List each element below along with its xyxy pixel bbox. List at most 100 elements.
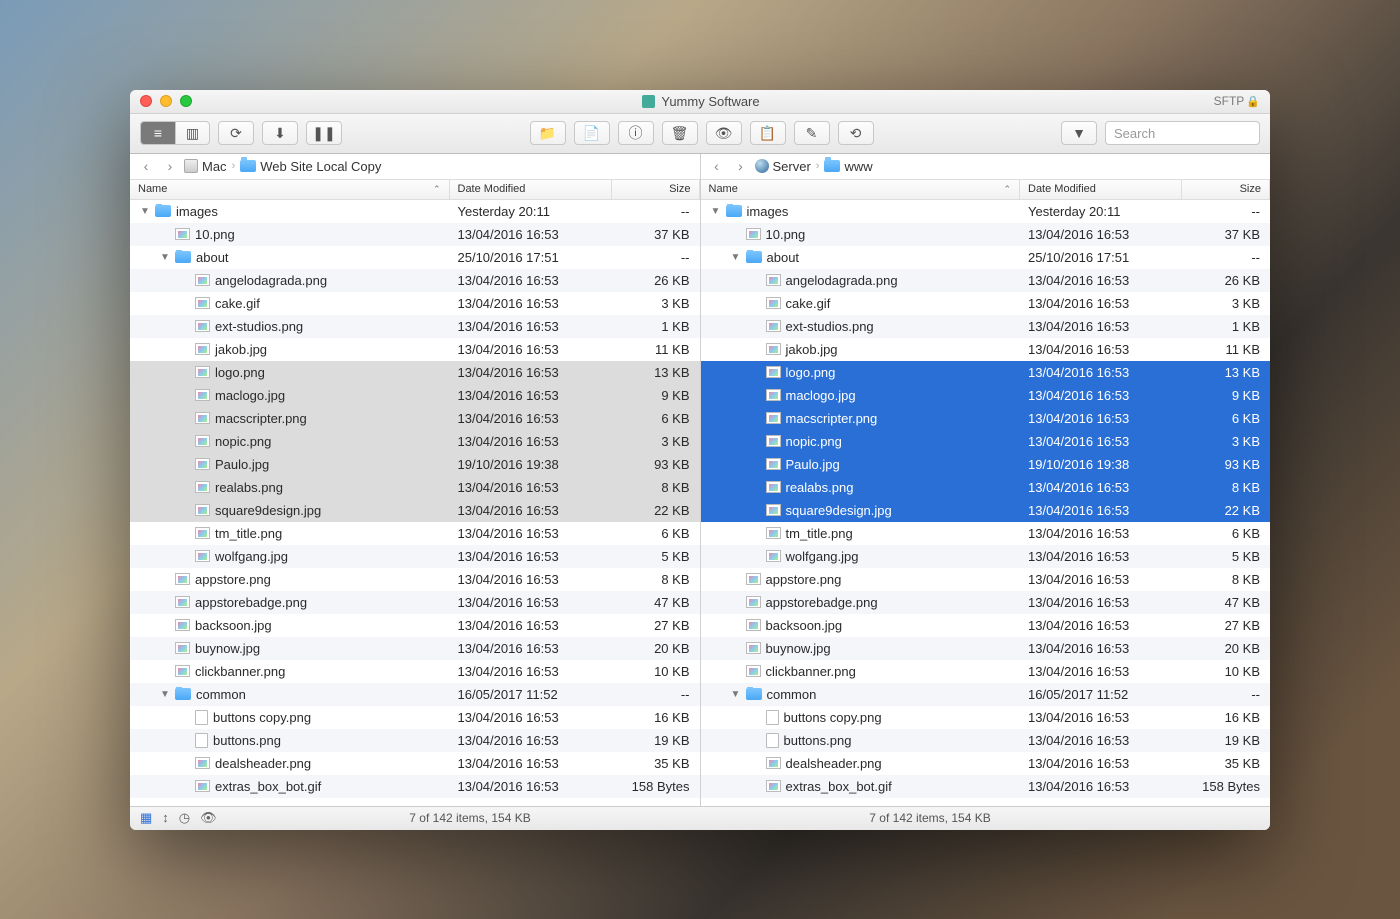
file-row[interactable]: tm_title.png13/04/2016 16:536 KB: [701, 522, 1271, 545]
file-row[interactable]: appstore.png13/04/2016 16:538 KB: [130, 568, 700, 591]
file-row[interactable]: appstorebadge.png13/04/2016 16:5347 KB: [130, 591, 700, 614]
pause-button[interactable]: ❚❚: [306, 121, 342, 145]
disclosure-triangle-icon[interactable]: ▼: [731, 689, 741, 700]
disclosure-triangle-icon[interactable]: ▼: [160, 252, 170, 263]
file-date: 13/04/2016 16:53: [1020, 227, 1182, 242]
right-file-list[interactable]: ▼imagesYesterday 20:11--10.png13/04/2016…: [701, 200, 1271, 806]
refresh-button[interactable]: ⟳: [218, 121, 254, 145]
file-row[interactable]: ext-studios.png13/04/2016 16:531 KB: [701, 315, 1271, 338]
edit-button[interactable]: ✎: [794, 121, 830, 145]
file-row[interactable]: jakob.jpg13/04/2016 16:5311 KB: [130, 338, 700, 361]
disclosure-triangle-icon[interactable]: ▼: [160, 689, 170, 700]
disclosure-triangle-icon[interactable]: ▼: [140, 206, 150, 217]
file-row[interactable]: square9design.jpg13/04/2016 16:5322 KB: [701, 499, 1271, 522]
file-row[interactable]: cake.gif13/04/2016 16:533 KB: [130, 292, 700, 315]
file-row[interactable]: cake.gif13/04/2016 16:533 KB: [701, 292, 1271, 315]
path-folder[interactable]: www: [824, 159, 872, 174]
column-size[interactable]: Size: [1182, 180, 1270, 199]
copy-button[interactable]: 📋: [750, 121, 786, 145]
column-date[interactable]: Date Modified: [450, 180, 612, 199]
file-row[interactable]: Paulo.jpg19/10/2016 19:3893 KB: [701, 453, 1271, 476]
column-name[interactable]: Name⌃: [130, 180, 450, 199]
image-icon: [195, 274, 210, 286]
file-row[interactable]: logo.png13/04/2016 16:5313 KB: [130, 361, 700, 384]
download-button[interactable]: ⬇: [262, 121, 298, 145]
file-row[interactable]: buttons copy.png13/04/2016 16:5316 KB: [130, 706, 700, 729]
file-row[interactable]: logo.png13/04/2016 16:5313 KB: [701, 361, 1271, 384]
view-list-icon[interactable]: ≡: [141, 122, 175, 144]
file-row[interactable]: backsoon.jpg13/04/2016 16:5327 KB: [701, 614, 1271, 637]
file-row[interactable]: buttons.png13/04/2016 16:5319 KB: [130, 729, 700, 752]
file-row[interactable]: realabs.png13/04/2016 16:538 KB: [130, 476, 700, 499]
filter-button[interactable]: ▼: [1061, 121, 1097, 145]
file-row[interactable]: ▼common16/05/2017 11:52--: [701, 683, 1271, 706]
sidebar-toggle-icon[interactable]: ▦: [140, 810, 152, 826]
file-row[interactable]: Paulo.jpg19/10/2016 19:3893 KB: [130, 453, 700, 476]
image-icon: [766, 481, 781, 493]
file-size: 8 KB: [612, 572, 700, 587]
delete-button[interactable]: 🗑: [662, 121, 698, 145]
history-icon[interactable]: ◷: [179, 810, 190, 826]
path-root[interactable]: Mac: [184, 159, 227, 174]
preview-icon[interactable]: 👁: [200, 810, 217, 826]
view-mode-segmented[interactable]: ≡ ▥: [140, 121, 210, 145]
file-row[interactable]: ▼about25/10/2016 17:51--: [130, 246, 700, 269]
file-row[interactable]: realabs.png13/04/2016 16:538 KB: [701, 476, 1271, 499]
column-size[interactable]: Size: [612, 180, 700, 199]
file-row[interactable]: clickbanner.png13/04/2016 16:5310 KB: [130, 660, 700, 683]
file-row[interactable]: buttons.png13/04/2016 16:5319 KB: [701, 729, 1271, 752]
file-row[interactable]: appstore.png13/04/2016 16:538 KB: [701, 568, 1271, 591]
quicklook-button[interactable]: 👁: [706, 121, 742, 145]
file-row[interactable]: angelodagrada.png13/04/2016 16:5326 KB: [701, 269, 1271, 292]
file-row[interactable]: macscripter.png13/04/2016 16:536 KB: [701, 407, 1271, 430]
file-row[interactable]: 10.png13/04/2016 16:5337 KB: [701, 223, 1271, 246]
sync-button[interactable]: ⟲: [838, 121, 874, 145]
new-folder-button[interactable]: 📁: [530, 121, 566, 145]
search-input[interactable]: Search: [1105, 121, 1260, 145]
file-row[interactable]: 10.png13/04/2016 16:5337 KB: [130, 223, 700, 246]
file-row[interactable]: jakob.jpg13/04/2016 16:5311 KB: [701, 338, 1271, 361]
column-name[interactable]: Name⌃: [701, 180, 1021, 199]
new-file-button[interactable]: 📄: [574, 121, 610, 145]
file-row[interactable]: buynow.jpg13/04/2016 16:5320 KB: [130, 637, 700, 660]
file-row[interactable]: ▼about25/10/2016 17:51--: [701, 246, 1271, 269]
file-row[interactable]: appstorebadge.png13/04/2016 16:5347 KB: [701, 591, 1271, 614]
info-button[interactable]: ⓘ: [618, 121, 654, 145]
view-columns-icon[interactable]: ▥: [175, 122, 209, 144]
file-row[interactable]: ▼imagesYesterday 20:11--: [130, 200, 700, 223]
file-row[interactable]: square9design.jpg13/04/2016 16:5322 KB: [130, 499, 700, 522]
forward-button[interactable]: ›: [160, 158, 180, 174]
path-folder[interactable]: Web Site Local Copy: [240, 159, 381, 174]
back-button[interactable]: ‹: [136, 158, 156, 174]
forward-button[interactable]: ›: [731, 158, 751, 174]
file-row[interactable]: dealsheader.png13/04/2016 16:5335 KB: [701, 752, 1271, 775]
file-row[interactable]: extras_box_bot.gif13/04/2016 16:53158 By…: [130, 775, 700, 798]
file-row[interactable]: buttons copy.png13/04/2016 16:5316 KB: [701, 706, 1271, 729]
file-row[interactable]: dealsheader.png13/04/2016 16:5335 KB: [130, 752, 700, 775]
file-row[interactable]: maclogo.jpg13/04/2016 16:539 KB: [701, 384, 1271, 407]
file-row[interactable]: nopic.png13/04/2016 16:533 KB: [701, 430, 1271, 453]
file-row[interactable]: maclogo.jpg13/04/2016 16:539 KB: [130, 384, 700, 407]
file-row[interactable]: ext-studios.png13/04/2016 16:531 KB: [130, 315, 700, 338]
back-button[interactable]: ‹: [707, 158, 727, 174]
transfer-icon[interactable]: ↕: [162, 810, 169, 826]
folder-icon: [824, 160, 840, 172]
file-row[interactable]: nopic.png13/04/2016 16:533 KB: [130, 430, 700, 453]
disclosure-triangle-icon[interactable]: ▼: [731, 252, 741, 263]
disclosure-triangle-icon[interactable]: ▼: [711, 206, 721, 217]
file-row[interactable]: extras_box_bot.gif13/04/2016 16:53158 By…: [701, 775, 1271, 798]
file-row[interactable]: wolfgang.jpg13/04/2016 16:535 KB: [701, 545, 1271, 568]
path-root[interactable]: Server: [755, 159, 811, 174]
file-row[interactable]: angelodagrada.png13/04/2016 16:5326 KB: [130, 269, 700, 292]
file-row[interactable]: clickbanner.png13/04/2016 16:5310 KB: [701, 660, 1271, 683]
file-row[interactable]: ▼common16/05/2017 11:52--: [130, 683, 700, 706]
left-file-list[interactable]: ▼imagesYesterday 20:11--10.png13/04/2016…: [130, 200, 700, 806]
file-row[interactable]: buynow.jpg13/04/2016 16:5320 KB: [701, 637, 1271, 660]
file-row[interactable]: wolfgang.jpg13/04/2016 16:535 KB: [130, 545, 700, 568]
file-row[interactable]: macscripter.png13/04/2016 16:536 KB: [130, 407, 700, 430]
file-size: 1 KB: [1182, 319, 1270, 334]
column-date[interactable]: Date Modified: [1020, 180, 1182, 199]
file-row[interactable]: backsoon.jpg13/04/2016 16:5327 KB: [130, 614, 700, 637]
file-row[interactable]: ▼imagesYesterday 20:11--: [701, 200, 1271, 223]
file-row[interactable]: tm_title.png13/04/2016 16:536 KB: [130, 522, 700, 545]
